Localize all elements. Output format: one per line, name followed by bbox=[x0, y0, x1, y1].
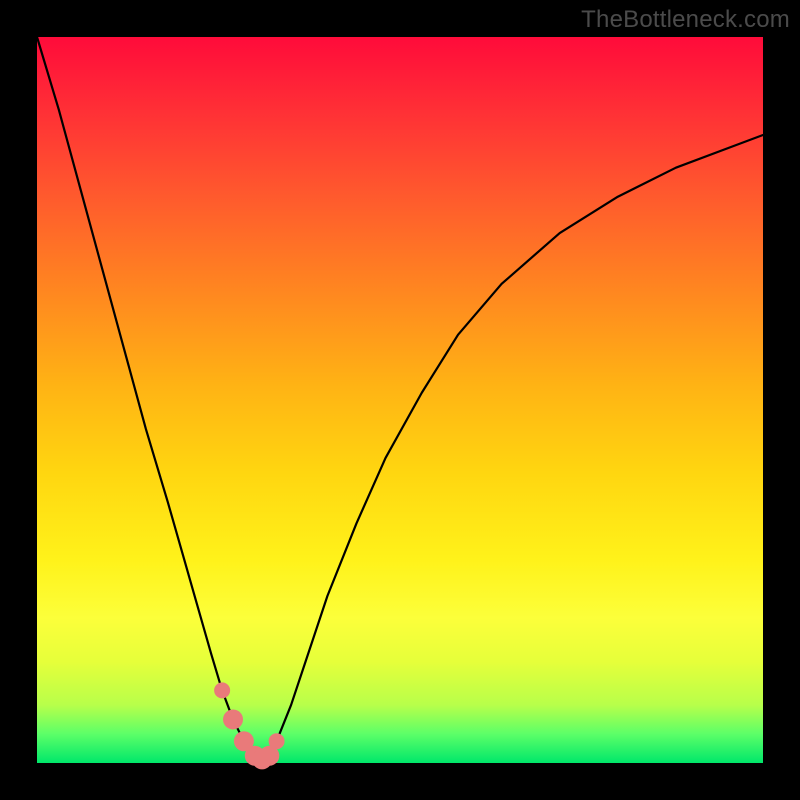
plot-area bbox=[37, 37, 763, 763]
valley-marker bbox=[269, 733, 285, 749]
chart-frame: TheBottleneck.com bbox=[0, 0, 800, 800]
watermark-text: TheBottleneck.com bbox=[581, 6, 790, 34]
valley-marker bbox=[214, 682, 230, 698]
valley-markers bbox=[214, 682, 284, 769]
valley-marker bbox=[223, 709, 243, 729]
curve-svg bbox=[37, 37, 763, 763]
bottleneck-curve bbox=[37, 37, 763, 759]
